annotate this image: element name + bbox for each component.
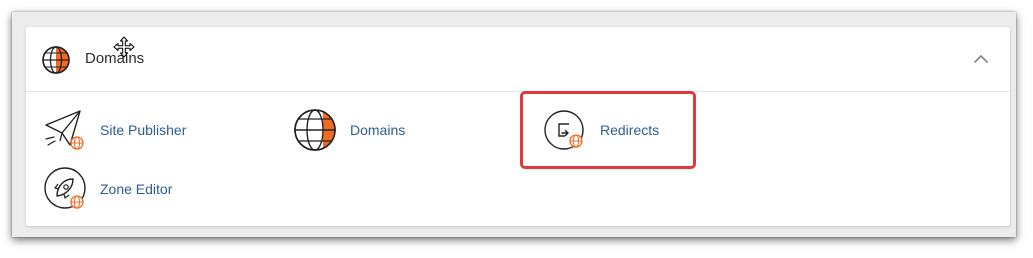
- globe-icon: [42, 46, 70, 74]
- tool-label-domains: Domains: [350, 122, 406, 138]
- paper-plane-globe-icon: [45, 110, 84, 150]
- rocket-globe-icon: [44, 167, 86, 209]
- globe-icon: [294, 109, 336, 151]
- tool-zone-editor[interactable]: Zone Editor: [42, 166, 172, 212]
- tool-label-site-publisher: Site Publisher: [100, 122, 187, 138]
- domains-panel: Domains Site Publisher Domains Redirects…: [26, 27, 1010, 226]
- move-cursor-icon: [113, 36, 135, 58]
- highlight-box: [520, 91, 696, 169]
- tool-label-zone-editor: Zone Editor: [100, 181, 173, 197]
- chevron-up-icon[interactable]: [972, 51, 990, 67]
- tool-domains[interactable]: Domains: [292, 107, 405, 153]
- panel-header[interactable]: Domains: [26, 27, 1010, 92]
- tool-site-publisher[interactable]: Site Publisher: [42, 107, 186, 153]
